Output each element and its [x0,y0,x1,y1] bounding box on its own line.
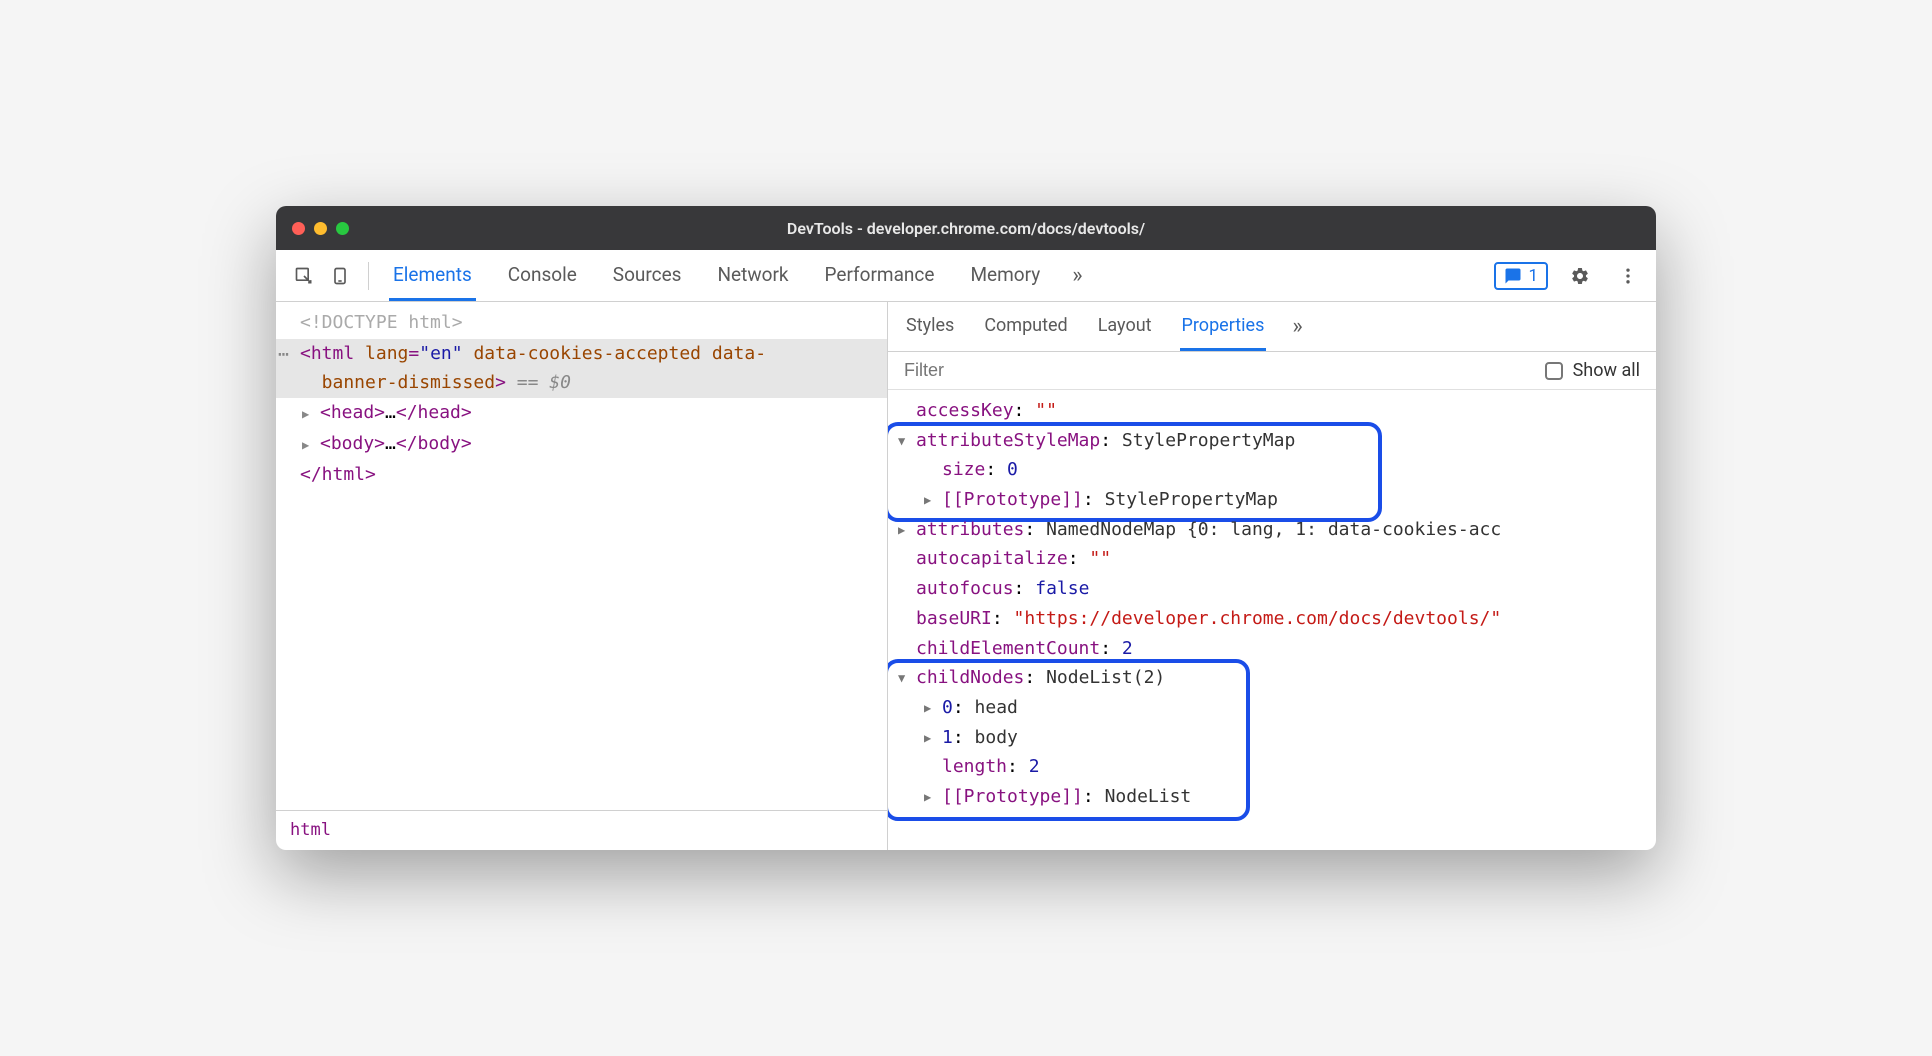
close-window-icon[interactable] [292,222,305,235]
tab-properties[interactable]: Properties [1180,303,1267,351]
dom-tree[interactable]: <!DOCTYPE html> <html lang="en" data-coo… [276,302,887,810]
dom-doctype[interactable]: <!DOCTYPE html> [276,308,887,339]
tab-performance[interactable]: Performance [821,251,939,301]
prop-baseuri[interactable]: baseURI: "https://developer.chrome.com/d… [888,604,1656,634]
tab-elements[interactable]: Elements [389,251,476,301]
tab-memory[interactable]: Memory [966,251,1044,301]
kebab-menu-icon[interactable] [1612,260,1644,292]
window-title: DevTools - developer.chrome.com/docs/dev… [276,219,1656,238]
prop-prototype-1[interactable]: ▶[[Prototype]]: StylePropertyMap [888,485,1656,515]
titlebar: DevTools - developer.chrome.com/docs/dev… [276,206,1656,250]
main-content: <!DOCTYPE html> <html lang="en" data-coo… [276,302,1656,850]
maximize-window-icon[interactable] [336,222,349,235]
tab-sources[interactable]: Sources [609,251,686,301]
prop-autofocus[interactable]: autofocus: false [888,574,1656,604]
prop-childnodes[interactable]: ▼childNodes: NodeList(2) [888,663,1656,693]
dom-head-element[interactable]: ▶<head>…</head> [276,398,887,429]
prop-childnode-1[interactable]: ▶1: body [888,723,1656,753]
dom-html-element[interactable]: <html lang="en" data-cookies-accepted da… [276,339,887,399]
toolbar-separator [368,262,369,290]
show-all-toggle[interactable]: Show all [1545,360,1640,381]
dom-html-close[interactable]: </html> [276,460,887,491]
tab-network[interactable]: Network [713,251,792,301]
prop-accesskey[interactable]: accessKey: "" [888,396,1656,426]
inspect-element-icon[interactable] [288,260,320,292]
tab-computed[interactable]: Computed [982,303,1069,351]
main-toolbar: Elements Console Sources Network Perform… [276,250,1656,302]
minimize-window-icon[interactable] [314,222,327,235]
toolbar-right: 1 [1494,260,1644,292]
prop-autocapitalize[interactable]: autocapitalize: "" [888,544,1656,574]
elements-panel: <!DOCTYPE html> <html lang="en" data-coo… [276,302,888,850]
issues-count: 1 [1528,266,1538,286]
show-all-checkbox[interactable] [1545,362,1563,380]
issues-button[interactable]: 1 [1494,262,1548,290]
more-side-tabs-icon[interactable]: » [1292,314,1302,339]
prop-childelementcount[interactable]: childElementCount: 2 [888,634,1656,664]
sidebar-panel: Styles Computed Layout Properties » Show… [888,302,1656,850]
tab-console[interactable]: Console [504,251,581,301]
prop-attributestylemap[interactable]: ▼attributeStyleMap: StylePropertyMap [888,426,1656,456]
devtools-window: DevTools - developer.chrome.com/docs/dev… [276,206,1656,850]
prop-prototype-2[interactable]: ▶[[Prototype]]: NodeList [888,782,1656,812]
main-tabs: Elements Console Sources Network Perform… [389,251,1490,301]
prop-childnode-0[interactable]: ▶0: head [888,693,1656,723]
prop-attributes[interactable]: ▶attributes: NamedNodeMap {0: lang, 1: d… [888,515,1656,545]
device-toggle-icon[interactable] [324,260,356,292]
traffic-lights [292,222,349,235]
sidebar-tabs: Styles Computed Layout Properties » [888,302,1656,352]
filter-input[interactable] [904,360,1545,381]
properties-list[interactable]: accessKey: "" ▼attributeStyleMap: StyleP… [888,390,1656,850]
tab-styles[interactable]: Styles [904,303,956,351]
show-all-label: Show all [1573,360,1640,381]
filter-row: Show all [888,352,1656,390]
more-tabs-icon[interactable]: » [1072,263,1082,288]
tab-layout[interactable]: Layout [1096,303,1154,351]
prop-size[interactable]: size: 0 [888,455,1656,485]
dom-body-element[interactable]: ▶<body>…</body> [276,429,887,460]
breadcrumb[interactable]: html [276,810,887,850]
settings-icon[interactable] [1564,260,1596,292]
prop-length[interactable]: length: 2 [888,752,1656,782]
